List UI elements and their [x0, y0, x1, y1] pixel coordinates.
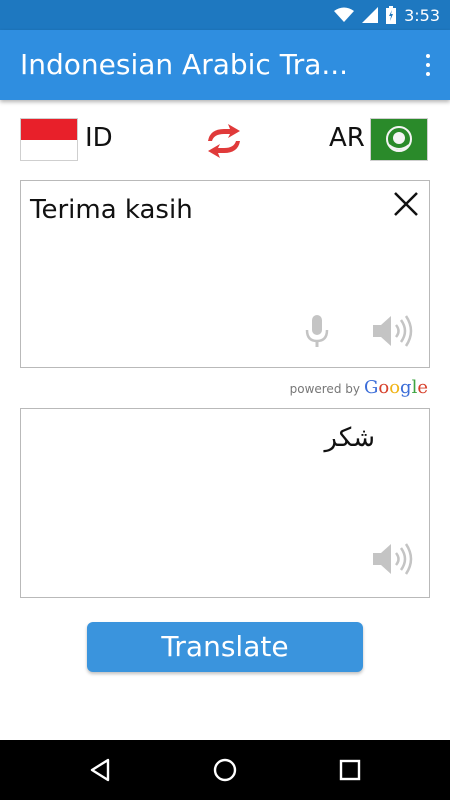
speaker-icon[interactable]	[371, 541, 415, 577]
status-bar: 3:53	[0, 0, 450, 30]
signal-icon	[362, 7, 379, 23]
source-language-code[interactable]: ID	[85, 123, 113, 153]
source-text-box[interactable]: Terima kasih	[20, 180, 430, 368]
google-attribution: powered by Google	[290, 377, 428, 399]
overflow-menu-icon[interactable]	[418, 52, 438, 78]
navigation-bar	[0, 740, 450, 800]
source-text[interactable]: Terima kasih	[30, 195, 193, 225]
google-logo: Google	[363, 377, 428, 398]
language-selector-row: ID AR	[0, 115, 450, 165]
translate-button[interactable]: Translate	[87, 622, 363, 672]
translation-output-box[interactable]: شكر	[20, 408, 430, 598]
swap-arrows-icon[interactable]	[202, 119, 246, 163]
back-icon[interactable]	[87, 757, 113, 783]
recents-icon[interactable]	[337, 757, 363, 783]
status-time: 3:53	[404, 5, 440, 25]
battery-icon	[386, 6, 397, 24]
translated-text: شكر	[324, 423, 376, 453]
app-title: Indonesian Arabic Tra...	[20, 48, 349, 81]
microphone-icon[interactable]	[301, 313, 333, 349]
powered-by-label: powered by	[289, 382, 360, 396]
speaker-icon[interactable]	[371, 313, 415, 349]
target-language-code[interactable]: AR	[329, 123, 365, 153]
home-icon[interactable]	[212, 757, 238, 783]
close-icon[interactable]	[391, 189, 421, 219]
indonesia-flag[interactable]	[20, 118, 78, 161]
arab-league-flag[interactable]	[370, 118, 428, 161]
wifi-icon	[334, 7, 355, 22]
app-bar: Indonesian Arabic Tra...	[0, 30, 450, 100]
status-icons: 3:53	[334, 5, 440, 25]
